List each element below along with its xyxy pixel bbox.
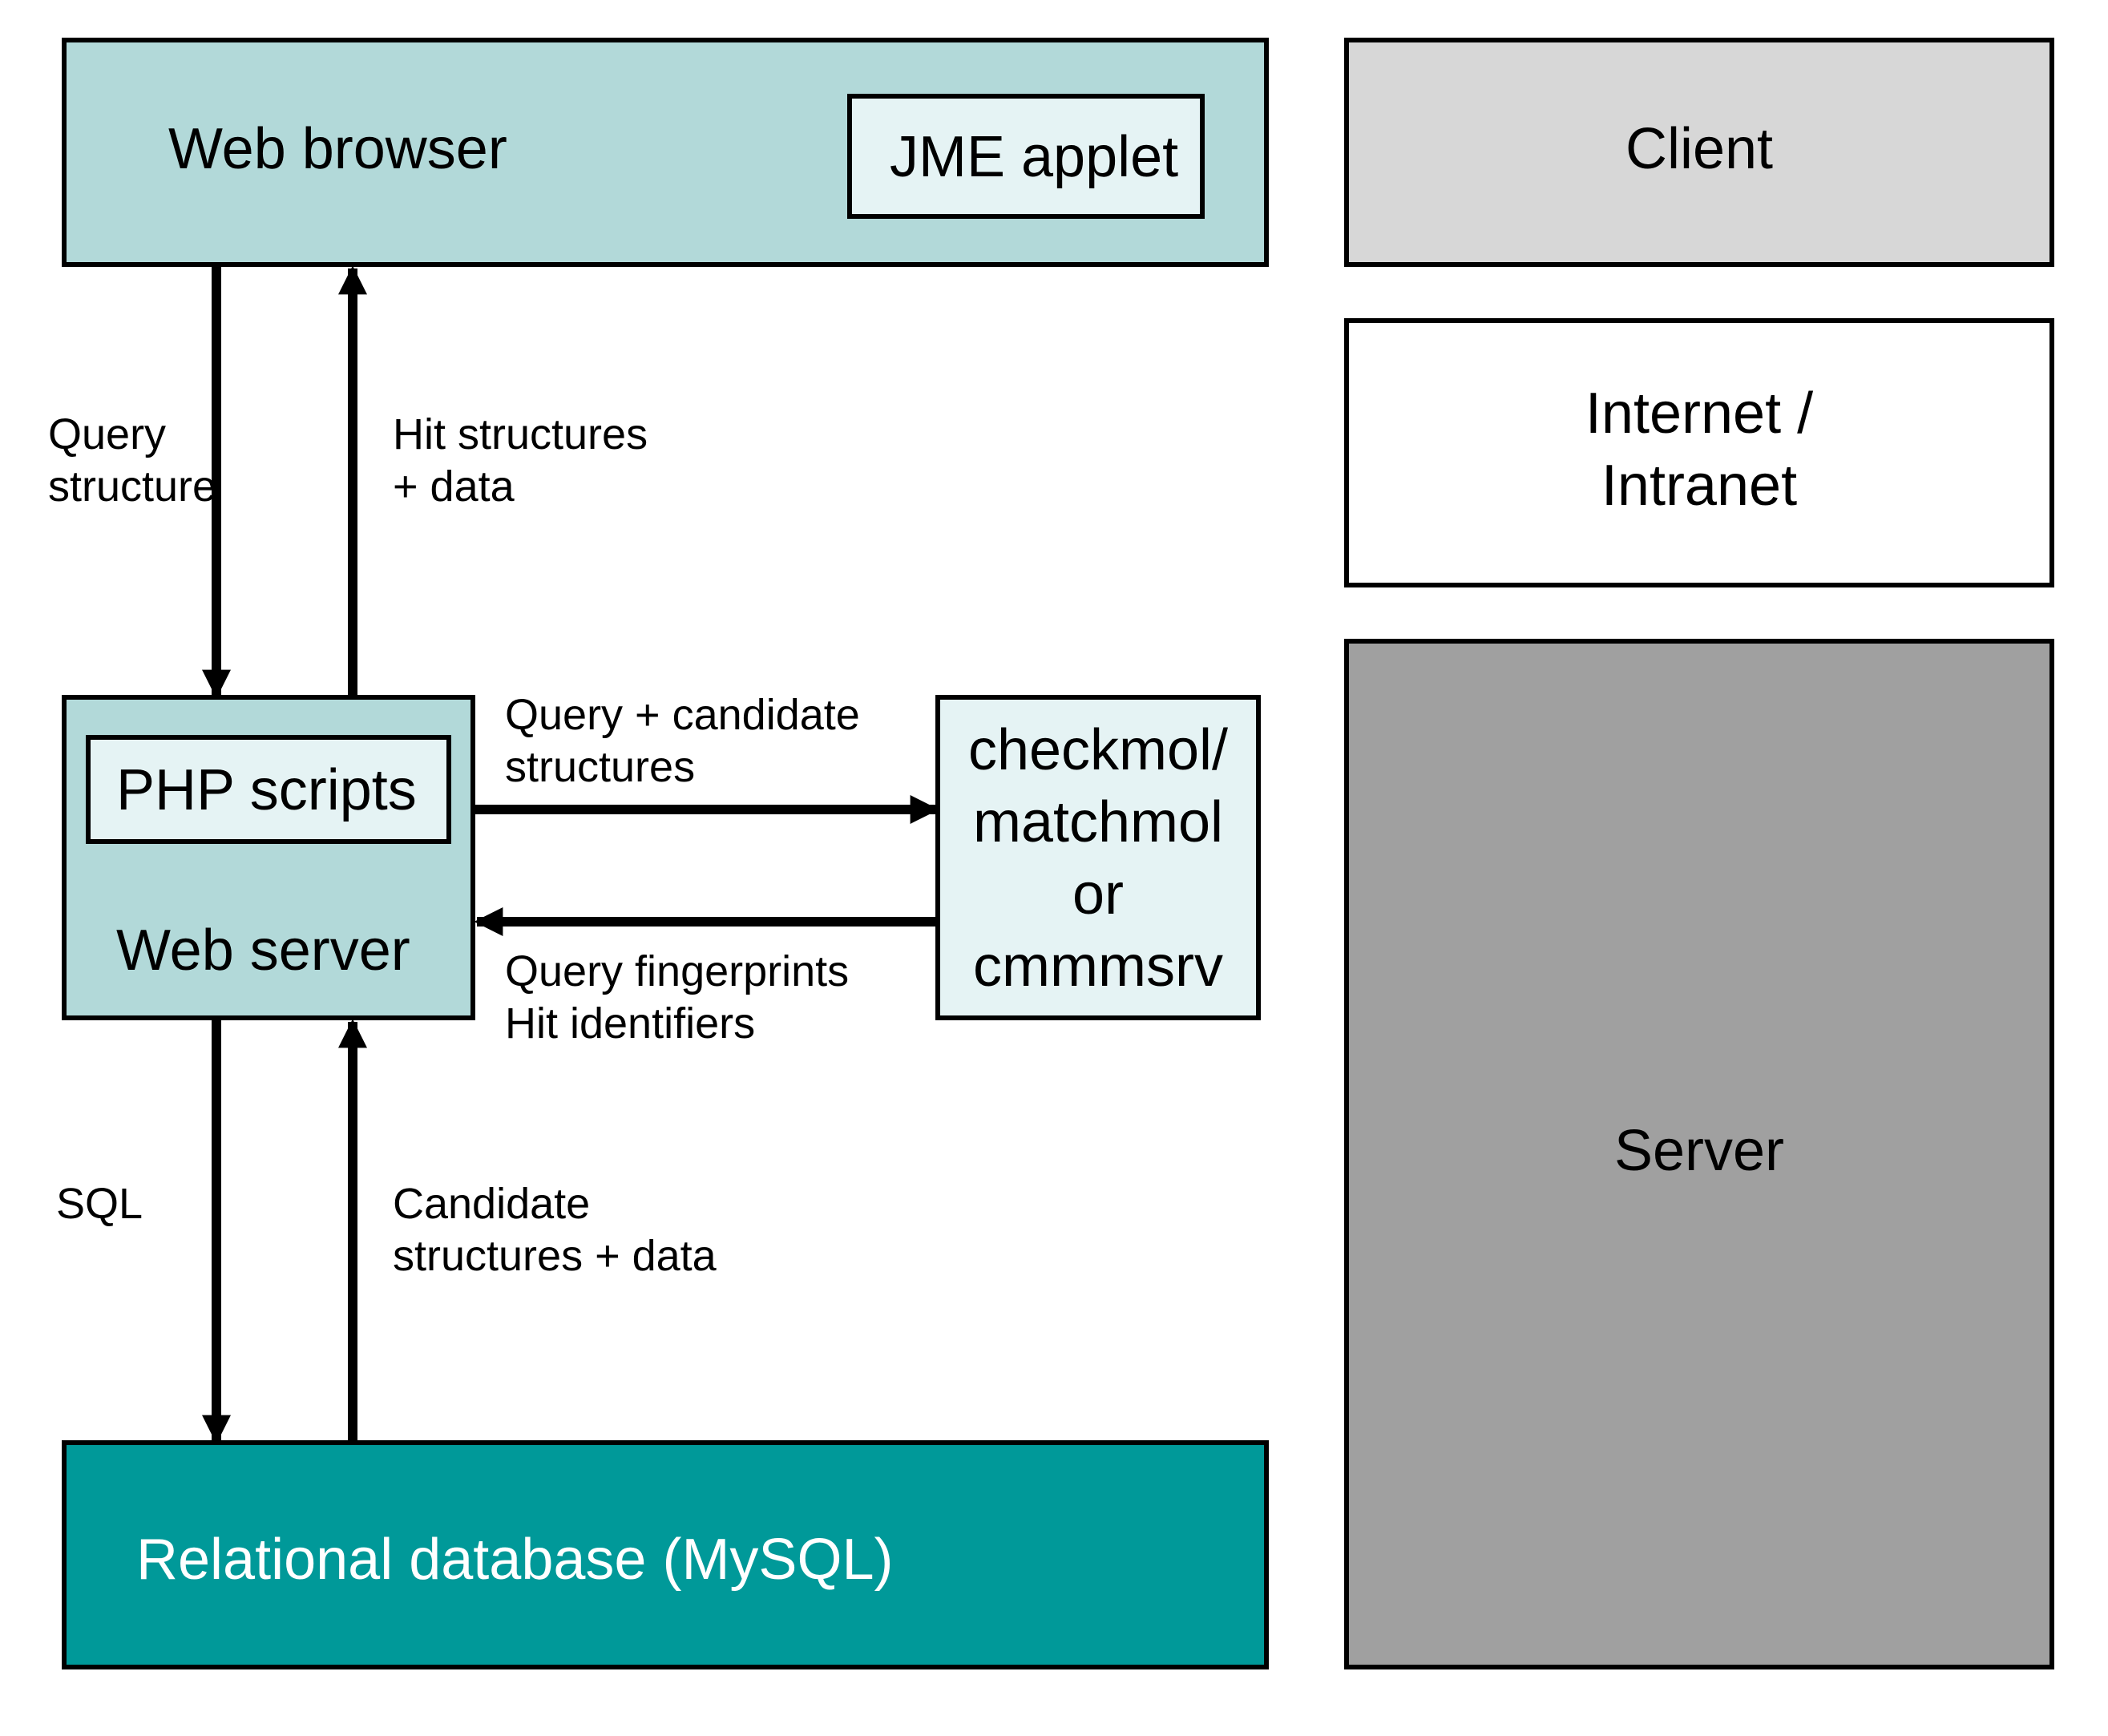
legend-network-label-1: Internet /: [1585, 382, 1813, 446]
php-scripts-label: PHP scripts: [116, 758, 417, 822]
edge-server-to-browser-label-1: Hit structures: [393, 410, 648, 458]
node-jme-applet: JME applet: [850, 96, 1202, 216]
legend-client: Client: [1347, 40, 2052, 264]
edge-browser-to-server-label-1: Query: [48, 410, 166, 458]
matcher-line3: or: [1072, 862, 1124, 927]
matcher-line2: matchmol: [973, 790, 1223, 854]
web-server-label: Web server: [116, 918, 410, 983]
edge-server-to-db-label: SQL: [56, 1180, 143, 1228]
database-label: Relational database (MySQL): [136, 1528, 893, 1592]
node-php-scripts: PHP scripts: [88, 737, 449, 842]
edge-matcher-to-server-label-1: Query fingerprints: [505, 947, 849, 995]
web-browser-label: Web browser: [168, 117, 507, 181]
edge-server-to-matcher-label-1: Query + candidate: [505, 691, 860, 739]
matcher-line4: cmmmsrv: [973, 935, 1223, 999]
legend-server-label: Server: [1614, 1119, 1784, 1183]
edge-server-to-matcher-label-2: structures: [505, 743, 695, 791]
node-web-browser: Web browser JME applet: [64, 40, 1266, 264]
node-database: Relational database (MySQL): [64, 1443, 1266, 1667]
matcher-line1: checkmol/: [968, 718, 1228, 782]
edge-db-to-server-label-2: structures + data: [393, 1232, 717, 1280]
node-web-server: PHP scripts Web server: [64, 697, 473, 1018]
edge-server-to-browser-label-2: + data: [393, 462, 515, 511]
jme-applet-label: JME applet: [890, 125, 1178, 189]
legend-client-label: Client: [1625, 117, 1773, 181]
edge-browser-to-server-label-2: structure: [48, 462, 216, 511]
legend-server: Server: [1347, 641, 2052, 1667]
edge-matcher-to-server-label-2: Hit identifiers: [505, 999, 755, 1048]
legend-network-label-2: Intranet: [1601, 454, 1797, 518]
edge-db-to-server-label-1: Candidate: [393, 1180, 590, 1228]
legend-network: Internet / Intranet: [1347, 321, 2052, 585]
node-matcher: checkmol/ matchmol or cmmmsrv: [938, 697, 1258, 1018]
